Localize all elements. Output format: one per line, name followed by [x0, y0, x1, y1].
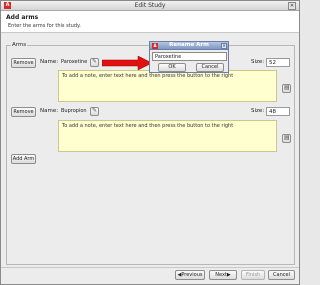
trash-icon: ▤ — [284, 134, 290, 141]
dialog-title-bar[interactable]: A Rename Arm ✕ — [150, 42, 228, 50]
trash-icon: ▤ — [284, 84, 290, 91]
window-title: Edit Study — [134, 2, 166, 9]
title-bar[interactable]: A Edit Study ✕ — [1, 1, 299, 11]
forward-arrow-icon: ▶ — [226, 272, 231, 278]
cancel-button[interactable]: Cancel — [268, 270, 295, 280]
remove-arm-button[interactable]: Remove — [11, 58, 36, 68]
name-label: Name: — [40, 59, 59, 65]
finish-button[interactable]: Finish — [241, 270, 265, 280]
red-arrow-annotation — [102, 56, 152, 70]
rename-arm-button[interactable]: ✎ — [90, 58, 99, 67]
previous-button[interactable]: ◀Previous — [175, 270, 205, 280]
rename-arm-dialog: A Rename Arm ✕ Paroxetine OK Cancel — [149, 41, 229, 73]
add-arm-button[interactable]: Add Arm — [11, 154, 36, 164]
pencil-icon: ✎ — [92, 107, 98, 114]
previous-label: Previous — [181, 272, 203, 278]
name-label: Name: — [40, 108, 59, 114]
page-title: Add arms — [6, 14, 39, 21]
arms-group-legend: Arms — [11, 42, 28, 48]
size-label: Size: — [251, 59, 265, 65]
size-label: Size: — [251, 108, 265, 114]
pencil-icon: ✎ — [92, 58, 98, 65]
next-label: Next — [215, 272, 227, 278]
arm-size-input[interactable]: 48 — [266, 107, 290, 116]
arm-name-value: Bupropion — [61, 108, 87, 114]
delete-note-button[interactable]: ▤ — [282, 84, 291, 93]
remove-arm-button[interactable]: Remove — [11, 107, 36, 117]
dialog-ok-button[interactable]: OK — [158, 63, 186, 72]
rename-input[interactable]: Paroxetine — [152, 52, 227, 61]
wizard-header: Add arms Enter the arms for this study. — [1, 11, 299, 33]
rename-arm-button[interactable]: ✎ — [90, 107, 99, 116]
dialog-cancel-button[interactable]: Cancel — [196, 63, 224, 72]
delete-note-button[interactable]: ▤ — [282, 134, 291, 143]
arm-note-textarea[interactable]: To add a note, enter text here and then … — [58, 70, 277, 102]
dialog-title: Rename Arm — [169, 42, 209, 48]
edit-study-window: A Edit Study ✕ Add arms Enter the arms f… — [0, 0, 300, 285]
arm-size-input[interactable]: 52 — [266, 58, 290, 67]
dialog-close-button[interactable]: ✕ — [221, 43, 227, 49]
next-button[interactable]: Next▶ — [209, 270, 237, 280]
arm-note-textarea[interactable]: To add a note, enter text here and then … — [58, 120, 277, 152]
window-close-button[interactable]: ✕ — [288, 2, 296, 10]
page-subtitle: Enter the arms for this study. — [8, 23, 81, 29]
arm-name-value: Paroxetine — [61, 59, 88, 65]
footer-separator — [1, 267, 299, 268]
